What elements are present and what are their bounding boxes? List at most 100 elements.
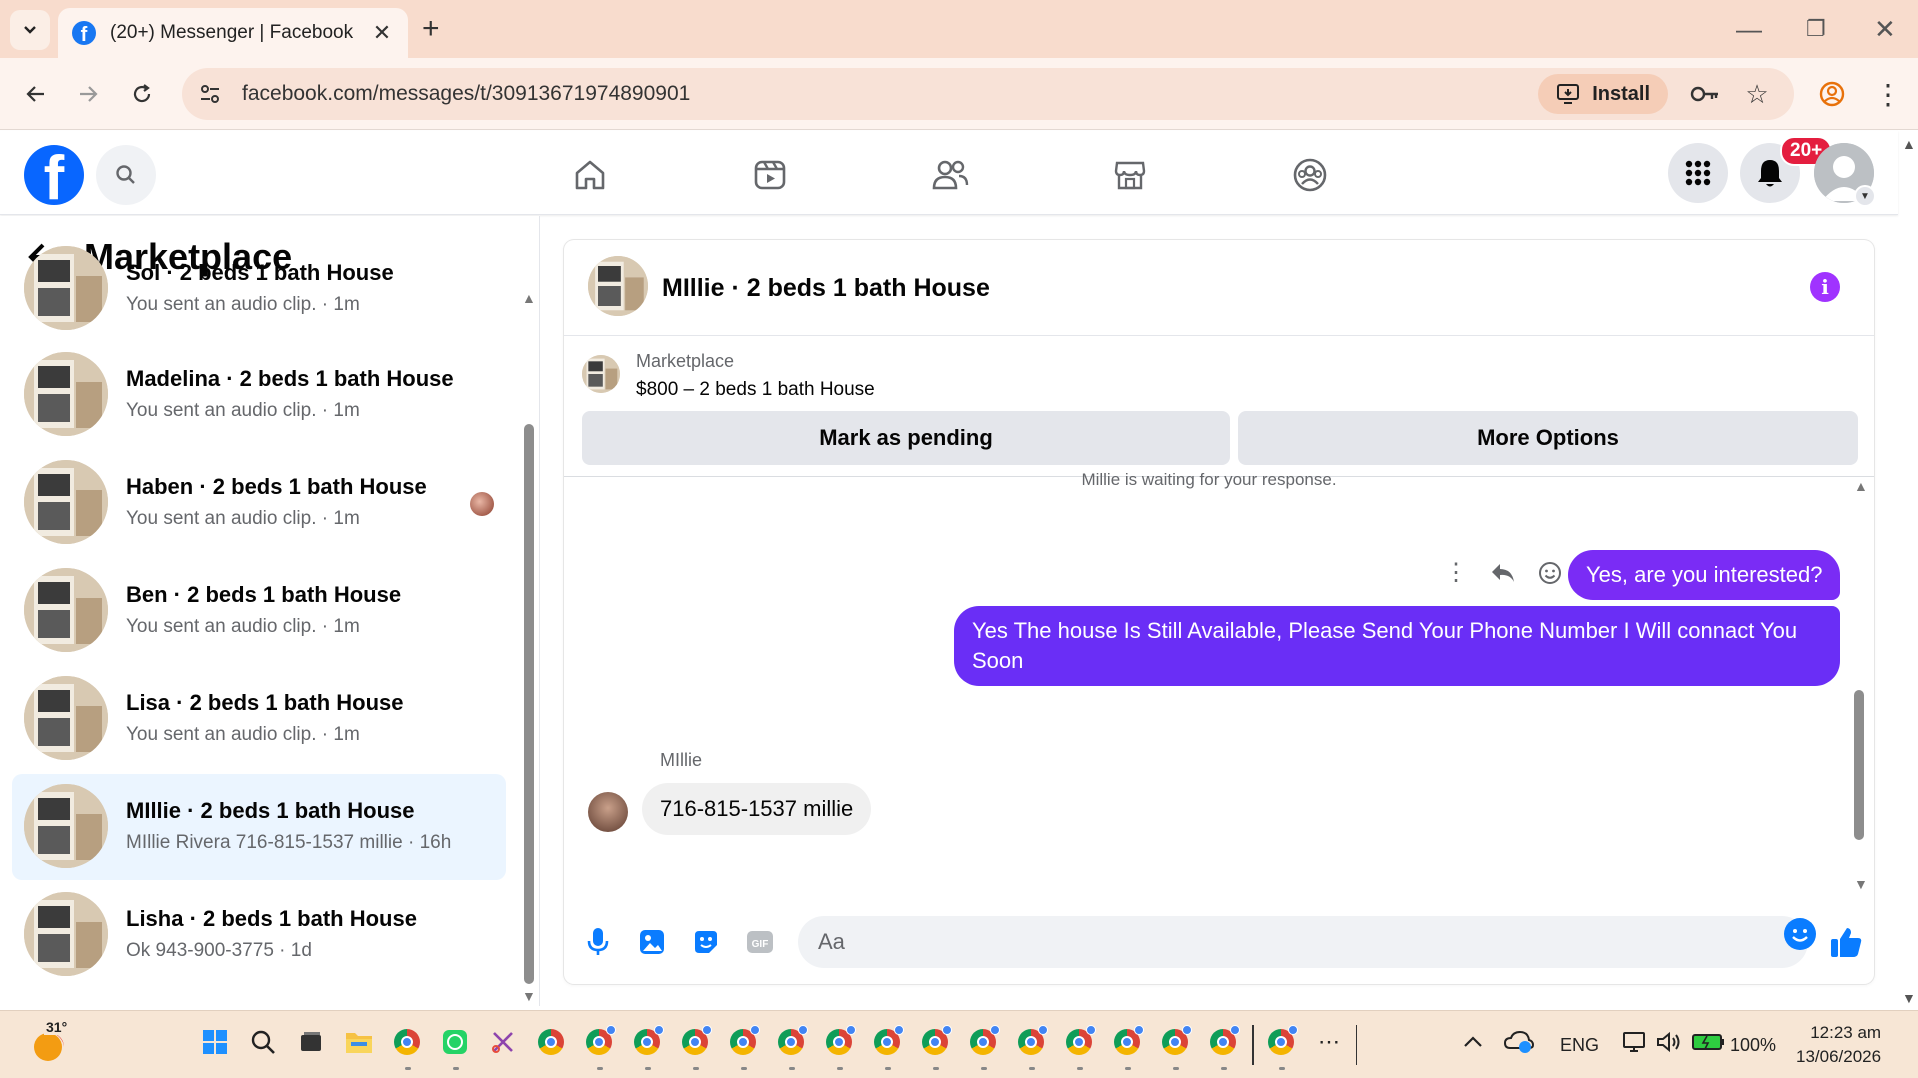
more-apps-icon[interactable]: ⋯ [1314,1027,1344,1057]
conversation-item-active[interactable]: MIllie · 2 beds 1 bath House MIllie Rive… [12,774,506,880]
volume-icon[interactable] [1654,1027,1684,1057]
marketplace-nav-button[interactable] [1108,153,1152,197]
chrome-icon[interactable] [536,1027,566,1057]
video-nav-button[interactable] [748,153,792,197]
snipping-tool-icon[interactable] [488,1027,518,1057]
react-emoji-icon[interactable] [1538,561,1562,585]
install-app-button[interactable]: Install [1538,74,1668,114]
page-scroll-up-arrow[interactable]: ▲ [1902,136,1916,152]
facebook-search-button[interactable] [96,145,156,205]
home-nav-button[interactable] [568,153,612,197]
whatsapp-icon[interactable] [440,1027,470,1057]
chrome-profile-icon[interactable] [728,1025,760,1057]
password-key-icon[interactable] [1690,79,1720,109]
outgoing-message[interactable]: Yes, are you interested? [1568,550,1841,600]
profile-icon[interactable] [1810,72,1854,116]
running-indicator [645,1067,651,1070]
list-scrollbar-thumb[interactable] [524,424,534,984]
message-thread: Millie is waiting for your response. ⋮ Y… [564,470,1874,888]
list-scroll-down-arrow[interactable]: ▼ [522,988,536,1004]
tab-search-dropdown[interactable] [10,10,50,50]
chrome-profile-icon[interactable] [1064,1025,1096,1057]
back-button[interactable] [14,72,58,116]
chrome-profile-icon[interactable] [824,1025,856,1057]
listing-thumbnail[interactable] [588,256,648,316]
more-options-button[interactable]: More Options [1238,411,1858,465]
conversation-item[interactable]: Lisa · 2 beds 1 bath House You sent an a… [12,666,506,772]
chrome-profile-icon[interactable] [680,1025,712,1057]
close-tab-icon[interactable]: ✕ [370,20,394,46]
url-text[interactable]: facebook.com/messages/t/3091367197489090… [242,82,1538,106]
page-scroll-down-arrow[interactable]: ▼ [1902,990,1916,1006]
system-clock[interactable]: 12:23 am 13/06/2026 [1796,1021,1881,1069]
account-caret-icon[interactable]: ▼ [1854,185,1876,207]
reload-button[interactable] [120,72,164,116]
more-icon[interactable]: ⋮ [1444,558,1468,587]
site-settings-icon[interactable] [198,82,222,106]
network-icon[interactable] [1620,1027,1650,1057]
outgoing-message[interactable]: Yes The house Is Still Available, Please… [954,606,1840,686]
gif-icon[interactable]: GIF [744,926,776,958]
chrome-icon[interactable] [392,1027,422,1057]
conversation-item[interactable]: Lisha · 2 beds 1 bath House Ok 943-900-3… [12,882,506,988]
thread-scrollbar-thumb[interactable] [1854,690,1864,840]
chrome-profile-icon[interactable] [1266,1025,1298,1057]
chrome-profile-icon[interactable] [584,1025,616,1057]
thread-scroll-up-arrow[interactable]: ▲ [1854,478,1868,494]
file-explorer-icon[interactable] [344,1027,374,1057]
chrome-profile-icon[interactable] [1208,1025,1240,1057]
list-scroll-up-arrow[interactable]: ▲ [522,290,536,306]
chevron-down-icon [24,26,36,34]
chrome-profile-icon[interactable] [1016,1025,1048,1057]
bookmark-star-icon[interactable]: ☆ [1742,79,1772,109]
task-view-icon[interactable] [296,1027,326,1057]
taskbar-search-icon[interactable] [248,1027,278,1057]
language-indicator[interactable]: ENG [1560,1035,1599,1056]
photo-icon[interactable] [636,926,668,958]
chrome-profile-icon[interactable] [1160,1025,1192,1057]
restore-icon[interactable]: ❐ [1806,12,1826,46]
minimize-icon[interactable]: — [1736,12,1762,46]
chrome-profile-icon[interactable] [632,1025,664,1057]
facebook-logo[interactable]: f [24,145,84,205]
sender-avatar[interactable] [588,792,628,832]
reply-icon[interactable] [1490,562,1516,584]
windows-start-icon[interactable] [200,1027,230,1057]
thread-scroll-down-arrow[interactable]: ▼ [1854,876,1868,892]
chat-title[interactable]: MIllie · 2 beds 1 bath House [662,274,990,303]
thumbs-up-icon[interactable] [1826,922,1866,962]
close-window-icon[interactable]: ✕ [1874,12,1896,46]
emoji-icon[interactable] [1784,918,1816,950]
chrome-profile-icon[interactable] [872,1025,904,1057]
battery-icon[interactable] [1692,1027,1726,1057]
chrome-profile-icon[interactable] [968,1025,1000,1057]
conversation-item[interactable]: Haben · 2 beds 1 bath House You sent an … [12,450,506,556]
menu-grid-button[interactable] [1668,143,1728,203]
mark-as-pending-button[interactable]: Mark as pending [582,411,1230,465]
message-input[interactable]: Aa [798,916,1808,968]
chrome-profile-icon[interactable] [776,1025,808,1057]
conversation-item[interactable]: Madelina · 2 beds 1 bath House You sent … [12,342,506,448]
show-hidden-icons-chevron[interactable] [1458,1027,1488,1057]
groups-nav-button[interactable] [1288,153,1332,197]
incoming-message[interactable]: 716-815-1537 millie [642,783,872,835]
message-composer: GIF Aa [564,908,1874,978]
reload-icon [133,84,151,103]
browser-menu-icon[interactable]: ⋮ [1866,72,1910,116]
conversation-item[interactable]: Sol · 2 beds 1 bath House You sent an au… [12,236,506,342]
running-indicator [1279,1067,1285,1070]
onedrive-sync-icon[interactable] [1504,1027,1534,1057]
microphone-icon[interactable] [582,926,614,958]
forward-button[interactable] [66,72,110,116]
conversation-item[interactable]: Ben · 2 beds 1 bath House You sent an au… [12,558,506,664]
new-tab-button[interactable]: + [422,12,440,46]
address-bar[interactable]: facebook.com/messages/t/3091367197489090… [182,68,1794,120]
chrome-profile-icon[interactable] [1112,1025,1144,1057]
browser-tab[interactable]: f (20+) Messenger | Facebook ✕ [58,8,408,58]
search-icon [116,165,135,184]
listing-title-price[interactable]: $800 – 2 beds 1 bath House [636,379,875,401]
info-icon[interactable]: i [1810,272,1840,302]
friends-nav-button[interactable] [928,153,972,197]
sticker-icon[interactable] [690,926,722,958]
chrome-profile-icon[interactable] [920,1025,952,1057]
